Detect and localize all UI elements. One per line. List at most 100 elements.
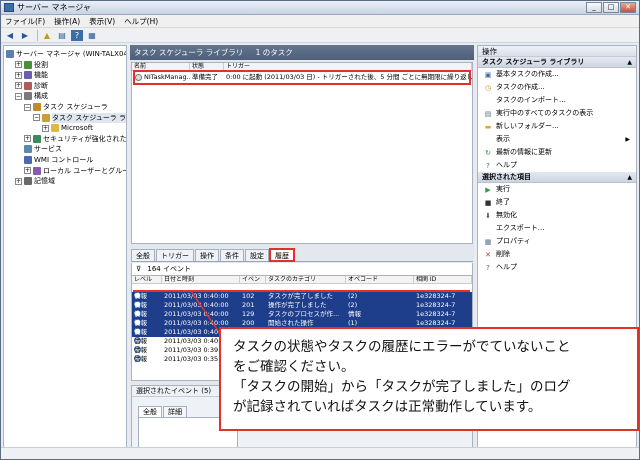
action-item[interactable]: 表示 ▶: [478, 133, 636, 146]
action-item-label: ヘルプ: [496, 263, 517, 271]
tree-node-label: 構成: [34, 92, 48, 101]
col-date[interactable]: 日付と時刻: [162, 276, 240, 284]
filter-icon[interactable]: ⊽: [136, 265, 141, 273]
col-opcode[interactable]: オペコード: [346, 276, 414, 284]
tree-node[interactable]: + セキュリティが強化された Wi: [24, 134, 126, 144]
tree-node[interactable]: − 構成: [15, 91, 48, 101]
action-item[interactable]: ▬ 新しいフォルダー...: [478, 120, 636, 133]
tree-node-label: 機能: [34, 71, 48, 80]
expand-icon[interactable]: +: [42, 124, 49, 132]
event-op-cell: (2): [348, 301, 358, 309]
help-toolbar-icon[interactable]: ?: [71, 29, 83, 41]
maximize-button[interactable]: □: [603, 2, 619, 13]
collapse-icon[interactable]: −: [33, 114, 40, 122]
title-bar: サーバー マネージャ _ □ ✕: [1, 1, 639, 15]
tab-actions[interactable]: 操作: [195, 249, 219, 261]
collapse-icon[interactable]: ▲: [627, 57, 632, 68]
action-item[interactable]: ▶ 実行: [478, 183, 636, 196]
tree-node[interactable]: WMI コントロール: [24, 155, 93, 165]
actions-section-library[interactable]: タスク スケジューラ ライブラリ ▲: [478, 57, 636, 68]
event-tab-details[interactable]: 詳細: [163, 406, 187, 417]
event-count: 164 イベント: [147, 265, 191, 273]
col-event-id[interactable]: イベント ID: [240, 276, 266, 284]
tree-node[interactable]: サーバー マネージャ (WIN-TALX04: [6, 49, 127, 59]
expand-icon[interactable]: +: [15, 61, 22, 69]
action-item[interactable]: ✕ 削除: [478, 248, 636, 261]
tree-node[interactable]: − タスク スケジューラ: [24, 102, 108, 112]
expand-icon[interactable]: +: [15, 71, 22, 79]
actions-section-selected[interactable]: 選択された項目 ▲: [478, 172, 636, 183]
expand-icon[interactable]: +: [15, 82, 22, 90]
minimize-button[interactable]: _: [586, 2, 602, 13]
tab-triggers[interactable]: トリガー: [156, 249, 194, 261]
tree-node[interactable]: + 機能: [15, 70, 48, 80]
show-hide-tree-icon[interactable]: ▤: [56, 30, 68, 41]
tree-node-icon: [24, 92, 32, 101]
properties-toolbar-icon[interactable]: ▦: [86, 30, 98, 41]
action-item[interactable]: ▦ プロパティ: [478, 235, 636, 248]
event-id-cell: 129: [242, 310, 255, 318]
event-level-text: 情報: [134, 355, 147, 363]
action-item[interactable]: タスクのインポート...: [478, 94, 636, 107]
action-item[interactable]: ▤ 実行中のすべてのタスクの表示: [478, 107, 636, 120]
folder-icon: ▬: [484, 122, 492, 131]
action-item-label: ヘルプ: [496, 161, 517, 169]
event-tab-general[interactable]: 全般: [138, 406, 162, 417]
status-bar: [1, 447, 639, 459]
tree-node[interactable]: + ローカル ユーザーとグループ: [24, 166, 127, 176]
menu-action[interactable]: 操作(A): [54, 16, 80, 27]
col-correlation[interactable]: 相関 ID: [414, 276, 472, 284]
forward-icon[interactable]: ▶: [19, 30, 31, 41]
up-folder-icon[interactable]: ▲: [41, 30, 53, 41]
expand-icon[interactable]: +: [24, 167, 31, 175]
close-button[interactable]: ✕: [620, 2, 636, 13]
action-item[interactable]: ? ヘルプ: [478, 261, 636, 274]
event-cat-cell: 操作が完了しました: [268, 301, 327, 309]
tree-node-label: 記憶域: [34, 177, 55, 186]
blank-icon: [484, 97, 492, 105]
event-grid-header: レベル 日付と時刻 イベント ID タスクのカテゴリ オペコード 相関 ID: [132, 276, 472, 284]
col-level[interactable]: レベル: [132, 276, 162, 284]
menu-view[interactable]: 表示(V): [89, 16, 115, 27]
event-op-cell: (2): [348, 292, 358, 300]
tab-settings[interactable]: 設定: [245, 249, 269, 261]
tree-node[interactable]: − タスク スケジューラ ライブラ: [33, 112, 126, 123]
tree-node[interactable]: + 診断: [15, 81, 48, 91]
action-item[interactable]: エクスポート...: [478, 222, 636, 235]
tab-general[interactable]: 全般: [131, 249, 155, 261]
tree-node[interactable]: + Microsoft: [42, 123, 93, 133]
collapse-icon[interactable]: ▲: [627, 172, 632, 183]
action-item[interactable]: ◷ タスクの作成...: [478, 81, 636, 94]
expand-icon[interactable]: +: [24, 135, 31, 143]
tree-node-label: タスク スケジューラ: [43, 103, 108, 111]
collapse-icon[interactable]: −: [24, 103, 31, 111]
tree-node[interactable]: + 記憶域: [15, 176, 55, 186]
action-item[interactable]: ? ヘルプ: [478, 159, 636, 172]
tree-node-icon: [24, 60, 32, 69]
menu-file[interactable]: ファイル(F): [5, 16, 45, 27]
annotation-callout: タスクの状態やタスクの履歴にエラーがでていないこと をご確認ください。 「タスク…: [219, 327, 639, 431]
stop-icon: ■: [484, 198, 492, 207]
help-icon: ?: [486, 263, 490, 272]
action-item[interactable]: ▣ 基本タスクの作成...: [478, 68, 636, 81]
event-corr-cell: 1e328324-7: [416, 310, 456, 318]
back-icon[interactable]: ◀: [4, 30, 16, 41]
tree-node-label: サーバー マネージャ (WIN-TALX04: [16, 50, 127, 58]
tree-node[interactable]: サービス: [24, 144, 62, 154]
expand-icon[interactable]: +: [15, 177, 22, 185]
blank-icon: [484, 225, 492, 233]
tree-node[interactable]: + 役割: [15, 60, 48, 70]
tree-node-icon: [33, 134, 41, 143]
tab-history[interactable]: 履歴: [269, 248, 295, 262]
task-list: 名前 状態 トリガー NITaskManag... 準備完了 0:00 に起動 …: [131, 62, 473, 244]
tab-conditions[interactable]: 条件: [220, 249, 244, 261]
collapse-icon[interactable]: −: [15, 92, 22, 100]
event-level-text: 情報: [134, 328, 147, 336]
action-item[interactable]: ⬇ 無効化: [478, 209, 636, 222]
action-item[interactable]: ↻ 最新の情報に更新: [478, 146, 636, 159]
menu-help[interactable]: ヘルプ(H): [124, 16, 158, 27]
action-item[interactable]: ■ 終了: [478, 196, 636, 209]
tree-node-label: ローカル ユーザーとグループ: [43, 166, 127, 175]
col-category[interactable]: タスクのカテゴリ: [266, 276, 346, 284]
library-title: タスク スケジューラ ライブラリ: [134, 48, 244, 57]
